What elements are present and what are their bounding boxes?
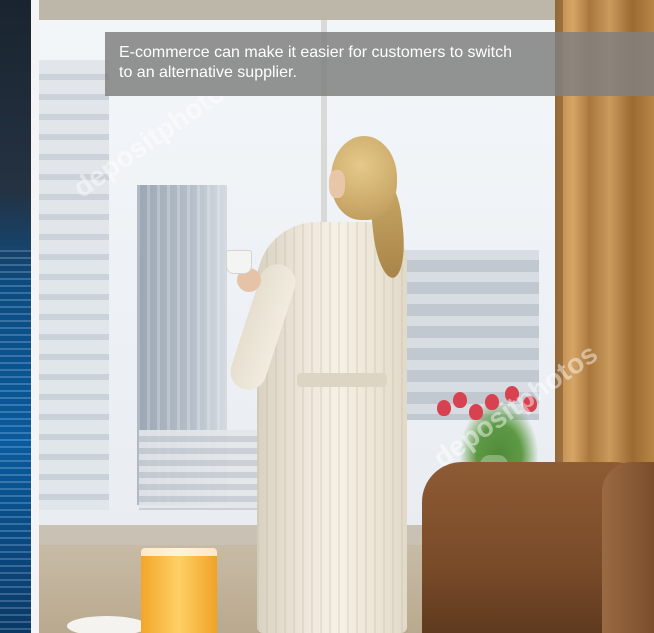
skyline-building-left [39, 60, 109, 510]
tulip [437, 400, 451, 416]
coffee-cup [226, 250, 252, 274]
armchair-back [602, 462, 654, 633]
woman-face [329, 170, 345, 198]
slide-caption: E-commerce can make it easier for custom… [105, 32, 654, 96]
orange-juice-glass [141, 548, 217, 633]
robe-belt [297, 373, 387, 387]
slide-divider [31, 0, 39, 633]
breakfast-plate [67, 616, 147, 633]
skyline-low-building [139, 430, 259, 510]
slide-viewport: depositphotos depositphotos E-commerce c… [0, 0, 654, 633]
tulip [453, 392, 467, 408]
window-frame-top [39, 0, 559, 20]
previous-slide-edge[interactable] [0, 0, 31, 633]
blue-object-texture [0, 250, 31, 633]
caption-text: E-commerce can make it easier for custom… [119, 44, 513, 81]
